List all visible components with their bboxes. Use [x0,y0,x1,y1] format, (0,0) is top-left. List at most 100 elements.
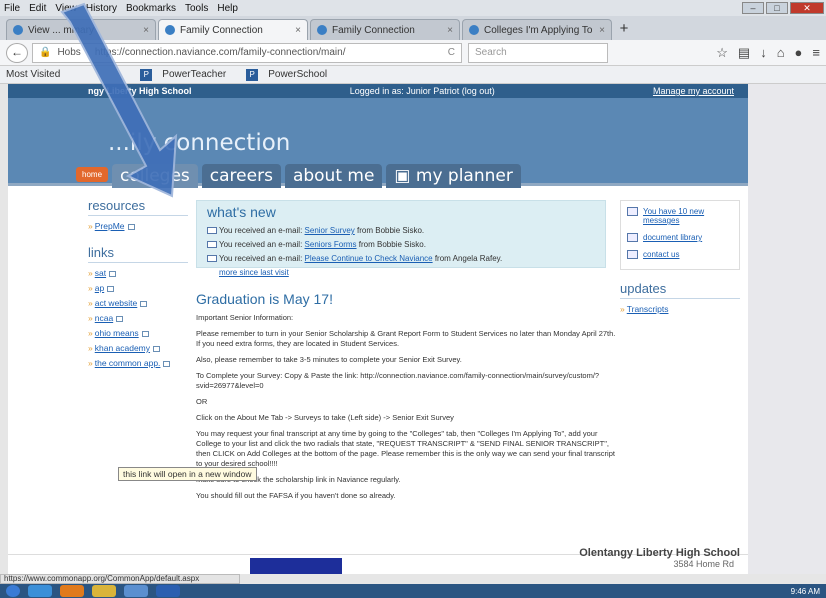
download-icon[interactable]: ↓ [760,45,767,61]
message-item: You received an e-mail: Seniors Forms fr… [207,240,595,249]
close-button[interactable]: ✕ [790,2,824,14]
tab-favicon-icon [469,25,479,35]
link-text[interactable]: khan academy [95,343,150,353]
reading-list-icon[interactable]: ▤ [738,45,750,61]
more-since-last-visit-link[interactable]: more since last visit [219,268,289,277]
ie-icon[interactable] [28,585,52,597]
menu-view[interactable]: View [55,3,77,14]
article-paragraph: Make sure to check the scholarship link … [196,475,401,484]
left-sidebar: resources » PrepMe links » sat » ap » act we… [88,198,188,373]
article-paragraph: To Complete your Survey: Copy & Paste th… [196,371,600,390]
menu-tools[interactable]: Tools [185,3,208,14]
nav-colleges[interactable]: colleges [112,164,198,188]
nav-my-planner[interactable]: ▣ my planner [386,164,521,188]
messages-link[interactable]: You have 10 new messages [643,207,704,225]
bookmark-powerschool[interactable]: P PowerSchool [246,68,337,81]
chat-icon[interactable]: ● [795,45,803,61]
firefox-icon[interactable] [60,585,84,597]
envelope-icon [207,255,217,262]
bookmark-most-visited[interactable]: Most Visited [6,69,60,80]
back-button[interactable]: ← [6,42,28,63]
nav-careers[interactable]: careers [201,164,281,188]
menu-bookmarks[interactable]: Bookmarks [126,3,176,14]
sidebar-link-prepme[interactable]: » PrepMe [88,221,188,231]
sidebar-link-ohio-means[interactable]: » ohio means [88,328,188,338]
graduation-article: Graduation is May 17! Important Senior I… [196,291,616,507]
home-icon[interactable]: ⌂ [777,45,785,61]
browser-tab[interactable]: View ... mmary × [6,19,156,40]
browser-tab[interactable]: Family Connection × [310,19,460,40]
sidebar-link-ncaa[interactable]: » ncaa [88,313,188,323]
close-tab-icon[interactable]: × [295,25,301,36]
url-prefix: Hobs [57,47,81,58]
article-paragraph: You should fill out the FAFSA if you hav… [196,491,396,500]
close-tab-icon[interactable]: × [599,25,605,36]
sidebar-link-sat[interactable]: » sat [88,268,188,278]
manage-account-link[interactable]: Manage my account [653,86,734,96]
word-icon[interactable] [156,585,180,597]
message-sender: from Bobbie Sisko. [356,240,426,249]
browser-tab-active[interactable]: Family Connection × [158,19,308,40]
menu-file[interactable]: File [4,3,20,14]
message-link[interactable]: Senior Survey [305,226,355,235]
sidebar-link-ap[interactable]: » ap [88,283,188,293]
menu-edit[interactable]: Edit [29,3,46,14]
sidebar-link-khan[interactable]: » khan academy [88,343,188,353]
quick-links-box: You have 10 new messages document librar… [620,200,740,270]
link-text[interactable]: the common app. [95,358,161,368]
message-link[interactable]: Please Continue to Check Naviance [305,254,433,263]
nav-about-me[interactable]: about me [284,164,383,188]
close-tab-icon[interactable]: × [143,25,149,36]
start-icon[interactable] [6,585,20,597]
tab-bar: View ... mmary × Family Connection × Famil… [0,16,826,40]
bookmark-powerteacher[interactable]: P PowerTeacher [140,68,236,81]
nav-home[interactable]: home [76,167,109,182]
link-text[interactable]: ncaa [95,313,113,323]
site-top-strip: ngy Liberty High School Logged in as: Ju… [8,84,748,98]
browser-tab[interactable]: Colleges I'm Applying To × [462,19,612,40]
link-text[interactable]: ap [95,283,104,293]
planner-icon: ▣ [394,166,416,186]
contact-us-link[interactable]: contact us [643,250,679,259]
resources-heading: resources [88,198,188,216]
message-item: You received an e-mail: Please Continue … [207,254,595,263]
menu-history[interactable]: History [86,3,117,14]
minimize-button[interactable]: – [742,2,764,14]
link-text[interactable]: sat [95,268,106,278]
menu-icon[interactable]: ≡ [812,45,820,61]
site-header: ...ily connection home colleges careers … [8,98,748,188]
document-library-link[interactable]: document library [643,233,702,242]
star-icon[interactable]: ☆ [716,45,728,61]
new-window-icon [140,300,148,307]
tab-label: Family Connection [180,24,263,36]
whats-new-panel: what's new You received an e-mail: Senio… [196,200,606,277]
link-text[interactable]: ohio means [95,328,139,338]
tab-label: Family Connection [332,24,415,36]
powerschool-icon: P [140,68,153,81]
reload-icon[interactable]: C [448,47,455,58]
main-content: resources » PrepMe links » sat » ap » act we… [8,186,748,566]
maximize-button[interactable]: □ [766,2,788,14]
close-tab-icon[interactable]: × [447,25,453,36]
link-text[interactable]: PrepMe [95,221,125,231]
message-prefix: You received an e-mail: [219,240,305,249]
new-tab-button[interactable]: + [614,20,634,40]
menu-help[interactable]: Help [217,3,238,14]
link-text[interactable]: Transcripts [627,304,669,314]
new-window-icon [109,270,117,277]
message-prefix: You received an e-mail: [219,226,305,235]
sidebar-link-act[interactable]: » act website [88,298,188,308]
more-item: more since last visit [207,268,595,277]
app-icon[interactable] [124,585,148,597]
folder-icon[interactable] [92,585,116,597]
tooltip: this link will open in a new window [118,467,257,481]
new-window-icon [163,360,171,367]
document-icon [627,233,638,242]
link-text[interactable]: act website [95,298,138,308]
url-bar[interactable]: 🔒 Hobs https://connection.naviance.com/f… [32,42,462,63]
update-transcripts[interactable]: » Transcripts [620,304,740,314]
navigation-bar: ← 🔒 Hobs https://connection.naviance.com… [0,40,826,66]
sidebar-link-common-app[interactable]: » the common app. [88,358,188,368]
message-link[interactable]: Seniors Forms [305,240,357,249]
search-input[interactable]: Search [468,42,608,63]
